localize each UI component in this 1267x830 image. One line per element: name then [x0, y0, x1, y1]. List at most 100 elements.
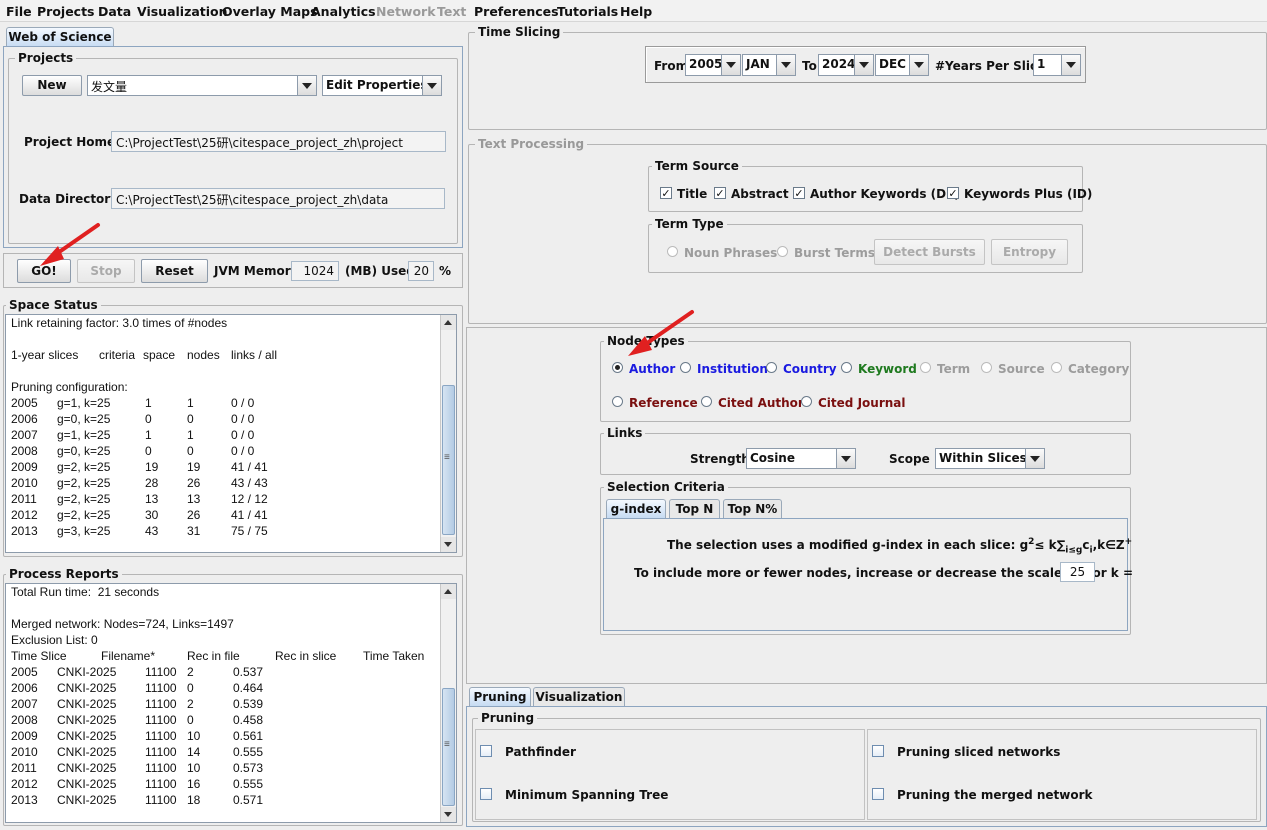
process-report-row-cell: 2009 [11, 729, 38, 743]
menu-data[interactable]: Data [98, 4, 131, 19]
chevron-down-icon [1061, 55, 1080, 75]
space-status-scrollbar[interactable] [440, 315, 456, 552]
pruning-merged-checkbox[interactable] [872, 788, 884, 800]
years-per-slice-label: #Years Per Slice [935, 59, 1046, 73]
process-report-row-cell: CNKI-2025 [57, 729, 117, 743]
space-status-row-cell: 41 / 41 [231, 460, 268, 474]
from-year-select[interactable]: 2005 [685, 54, 741, 76]
selection-criteria-title: Selection Criteria [604, 480, 728, 494]
from-year-value: 2005 [689, 57, 723, 71]
header-time-slice: Time Slice [11, 649, 67, 663]
process-report-row-cell: 11100 [145, 777, 177, 791]
years-per-slice-select[interactable]: 1 [1033, 54, 1081, 76]
cited-journal-radio[interactable] [801, 396, 812, 407]
cited-journal-label: Cited Journal [818, 396, 906, 410]
process-report-row-cell: 0 [187, 681, 194, 695]
author-label: Author [629, 362, 676, 376]
process-report-row-cell: 2011 [11, 761, 37, 775]
tab-top-n-percent[interactable]: Top N% [723, 499, 782, 518]
tab-g-index[interactable]: g-index [606, 499, 666, 518]
to-month-select[interactable]: DEC [875, 54, 929, 76]
years-per-slice-value: 1 [1037, 57, 1046, 71]
stop-button: Stop [77, 259, 135, 283]
keyword-radio[interactable] [841, 362, 852, 373]
space-status-row-cell: 0 / 0 [231, 412, 255, 426]
strength-label: Strength [690, 452, 750, 466]
process-report-row-cell: CNKI-2025 [57, 793, 117, 807]
process-report-row-cell: CNKI-2025 [57, 761, 117, 775]
new-project-button[interactable]: New [22, 75, 82, 96]
mst-label: Minimum Spanning Tree [505, 788, 669, 802]
node-types-title: Node Types [604, 334, 688, 348]
go-button[interactable]: GO! [17, 259, 71, 283]
scroll-down-icon[interactable] [441, 537, 456, 552]
space-status-row-cell: 26 [187, 508, 201, 522]
menu-help[interactable]: Help [620, 4, 652, 19]
to-year-select[interactable]: 2024 [818, 54, 874, 76]
chevron-down-icon [776, 55, 795, 75]
menu-overlay-maps[interactable]: Overlay Maps [222, 4, 318, 19]
space-status-row-cell: 41 / 41 [231, 508, 268, 522]
reset-button[interactable]: Reset [141, 259, 208, 283]
process-report-row-cell: 18 [187, 793, 201, 807]
process-reports-scrollbar[interactable] [440, 584, 456, 822]
menu-tutorials[interactable]: Tutorials [557, 4, 618, 19]
scroll-thumb[interactable] [442, 688, 455, 806]
space-status-text-area[interactable]: Link retaining factor: 3.0 times of #nod… [5, 314, 457, 553]
keywords-plus-checkbox[interactable]: ✓ [947, 187, 959, 199]
scroll-up-icon[interactable] [441, 584, 456, 599]
pruning-sliced-checkbox[interactable] [872, 745, 884, 757]
space-status-row-cell: 75 / 75 [231, 524, 268, 538]
tab-top-n[interactable]: Top N [669, 499, 720, 518]
title-checkbox[interactable]: ✓ [660, 187, 672, 199]
process-reports-title: Process Reports [6, 567, 122, 581]
links-title: Links [604, 426, 646, 440]
tab-pruning[interactable]: Pruning [469, 687, 531, 706]
space-status-row-cell: 19 [187, 460, 201, 474]
space-status-row-cell: 2007 [11, 428, 38, 442]
menu-visualization[interactable]: Visualization [137, 4, 228, 19]
scale-factor-k-input[interactable]: 25 [1060, 562, 1095, 582]
pruning-merged-label: Pruning the merged network [897, 788, 1093, 802]
scroll-down-icon[interactable] [441, 807, 456, 822]
space-status-row: 2005 g=1, k=25 1 1 0 / 0 [11, 395, 441, 411]
project-select[interactable]: 发文量 [87, 75, 317, 96]
process-reports-text-area[interactable]: Total Run time: 21 seconds Merged networ… [5, 583, 457, 823]
tab-web-of-science[interactable]: Web of Science [6, 27, 114, 47]
process-report-row-cell: 14 [187, 745, 201, 759]
country-radio[interactable] [766, 362, 777, 373]
strength-value: Cosine [750, 451, 795, 465]
space-status-row-cell: 1 [187, 428, 194, 442]
process-report-row-cell: 11100 [145, 745, 177, 759]
menu-projects[interactable]: Projects [37, 4, 95, 19]
category-radio [1051, 362, 1062, 373]
scroll-thumb[interactable] [442, 385, 455, 535]
menu-analytics[interactable]: Analytics [311, 4, 376, 19]
process-report-row-cell: CNKI-2025 [57, 713, 117, 727]
header-criteria: criteria [99, 348, 136, 362]
runtime-line: Total Run time: 21 seconds [11, 585, 160, 599]
institution-radio[interactable] [680, 362, 691, 373]
author-keywords-checkbox[interactable]: ✓ [793, 187, 805, 199]
space-status-row: 2007 g=1, k=25 1 1 0 / 0 [11, 427, 441, 443]
menu-preferences[interactable]: Preferences [474, 4, 559, 19]
cited-author-radio[interactable] [701, 396, 712, 407]
pathfinder-checkbox[interactable] [480, 745, 492, 757]
data-directory-field[interactable]: C:\ProjectTest\25研\citespace_project_zh\… [111, 188, 445, 209]
chevron-down-icon [836, 449, 855, 468]
strength-select[interactable]: Cosine [746, 448, 856, 469]
country-label: Country [783, 362, 837, 376]
scope-select[interactable]: Within Slices [935, 448, 1045, 469]
menu-file[interactable]: File [6, 4, 32, 19]
process-report-row: 2012 CNKI-2025 11100 16 0.555 [11, 776, 441, 792]
scroll-up-icon[interactable] [441, 315, 456, 330]
abstract-checkbox[interactable]: ✓ [714, 187, 726, 199]
from-month-select[interactable]: JAN [742, 54, 796, 76]
edit-properties-select[interactable]: Edit Properties [322, 75, 442, 96]
project-home-field[interactable]: C:\ProjectTest\25研\citespace_project_zh\… [111, 131, 446, 152]
author-radio[interactable] [612, 362, 623, 373]
mst-checkbox[interactable] [480, 788, 492, 800]
tab-visualization[interactable]: Visualization [533, 687, 625, 706]
to-month-value: DEC [879, 57, 906, 71]
reference-radio[interactable] [612, 396, 623, 407]
